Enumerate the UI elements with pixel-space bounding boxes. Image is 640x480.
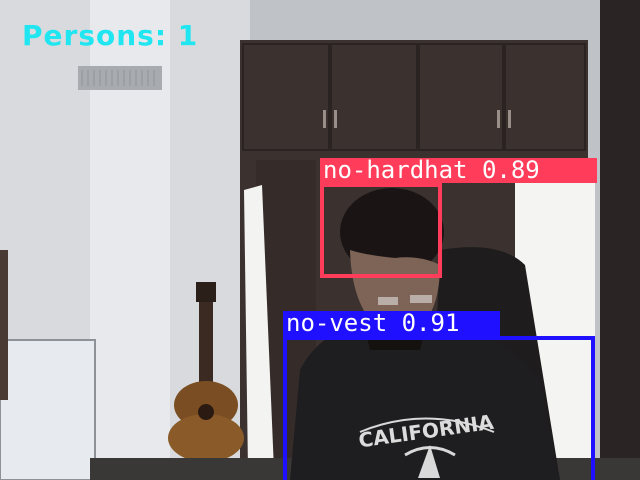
detection-label-no-hardhat: no-hardhat 0.89 xyxy=(320,158,597,183)
door-frame xyxy=(600,0,640,480)
whiteboard xyxy=(0,339,96,480)
air-vent xyxy=(78,66,162,90)
detection-confidence-no-vest: 0.91 xyxy=(401,309,460,337)
detection-class-no-hardhat: no-hardhat xyxy=(323,156,468,184)
camera-frame: CALIFORNIA Persons: 1 no-hardhat 0.89 no… xyxy=(0,0,640,480)
detection-box-no-vest xyxy=(283,336,595,480)
detection-class-no-vest: no-vest xyxy=(286,309,388,337)
detection-label-no-vest: no-vest 0.91 xyxy=(283,311,500,336)
detection-confidence-no-hardhat: 0.89 xyxy=(481,156,540,184)
persons-count: Persons: 1 xyxy=(22,19,199,52)
detection-box-no-hardhat xyxy=(320,183,442,278)
